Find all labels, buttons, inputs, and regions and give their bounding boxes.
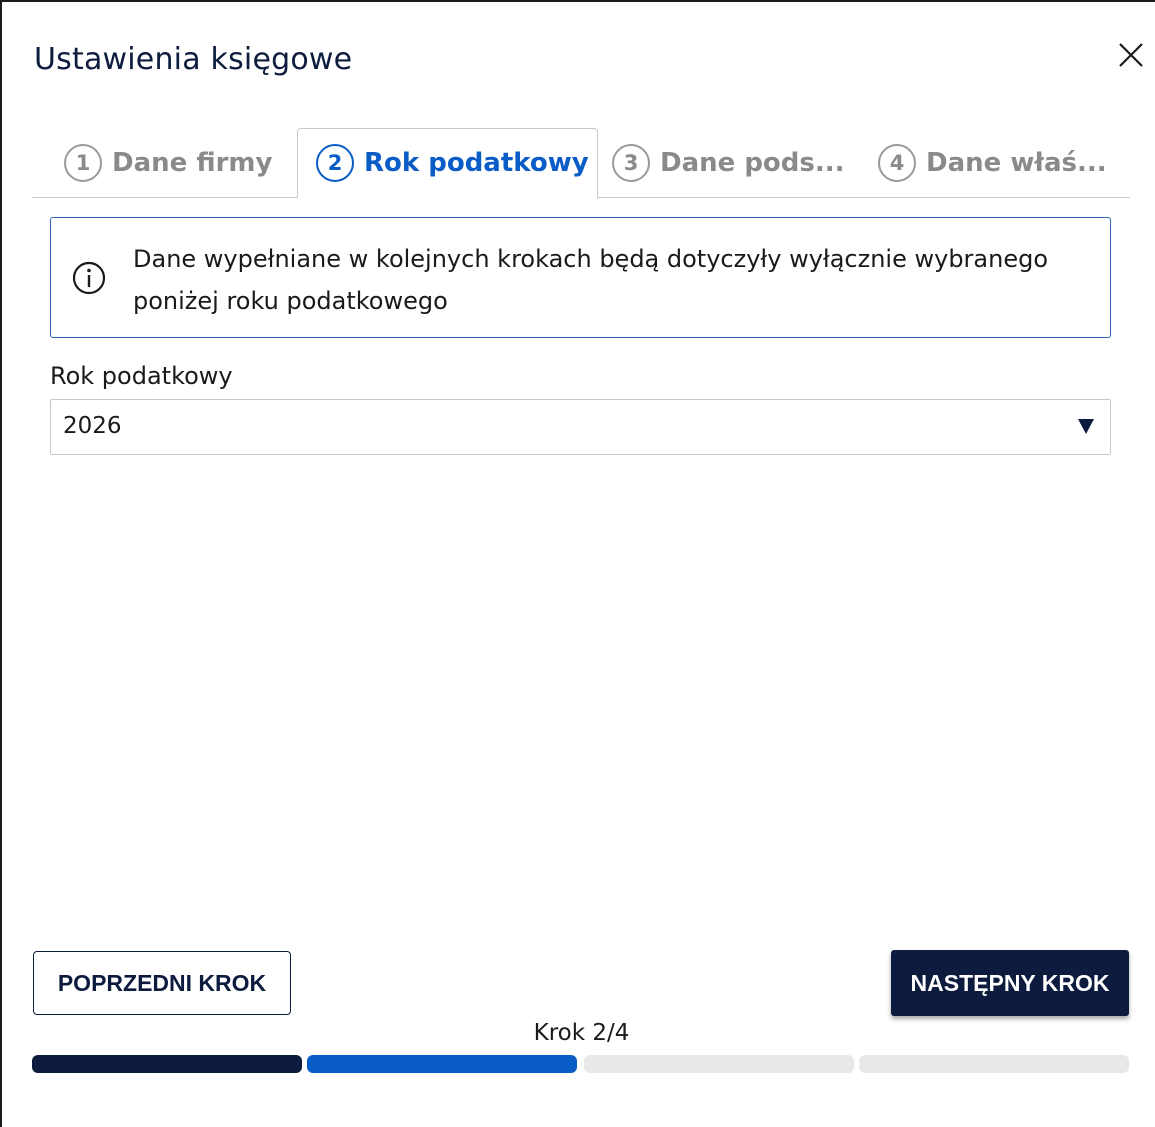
tax-year-value: 2026 [63, 413, 122, 439]
tab-tax-year[interactable]: 2 Rok podatkowy [297, 128, 598, 199]
next-step-button[interactable]: NASTĘPNY KROK [891, 950, 1129, 1016]
tab-label: Rok podatkowy [364, 148, 589, 178]
tab-label: Dane firmy [112, 148, 273, 178]
dropdown-arrow-icon [1078, 419, 1094, 434]
previous-step-button[interactable]: POPRZEDNI KROK [33, 951, 291, 1015]
step-counter: Krok 2/4 [533, 1020, 630, 1046]
progress-segment-1 [32, 1055, 302, 1073]
tab-tax-data[interactable]: 3 Dane pods... [612, 128, 845, 198]
info-text: Dane wypełniane w kolejnych krokach będą… [133, 245, 1049, 315]
tax-year-select[interactable]: 2026 [50, 399, 1111, 455]
step-number-badge: 1 [64, 144, 102, 182]
progress-segment-3 [584, 1055, 854, 1073]
step-number-badge: 4 [878, 144, 916, 182]
info-notice: Dane wypełniane w kolejnych krokach będą… [50, 217, 1111, 338]
tab-label: Dane właś... [926, 148, 1107, 178]
step-tabs: 1 Dane firmy 2 Rok podatkowy 3 Dane pods… [32, 128, 1130, 199]
dialog-title: Ustawienia księgowe [34, 42, 353, 77]
close-icon [1119, 43, 1143, 67]
tax-year-label: Rok podatkowy [50, 362, 233, 390]
tab-owner-data[interactable]: 4 Dane właś... [878, 128, 1107, 198]
info-icon [72, 261, 106, 295]
progress-segment-4 [859, 1055, 1129, 1073]
close-button[interactable] [1112, 38, 1148, 74]
step-number-badge: 2 [316, 144, 354, 182]
step-number-badge: 3 [612, 144, 650, 182]
accounting-settings-dialog: Ustawienia księgowe 1 Dane firmy 2 Rok p… [0, 0, 1155, 1127]
top-edge [2, 0, 1155, 12]
progress-segment-2 [307, 1055, 577, 1073]
step-progress-bar [32, 1055, 1130, 1073]
tab-company-data[interactable]: 1 Dane firmy [64, 128, 272, 198]
tab-label: Dane pods... [660, 148, 845, 178]
